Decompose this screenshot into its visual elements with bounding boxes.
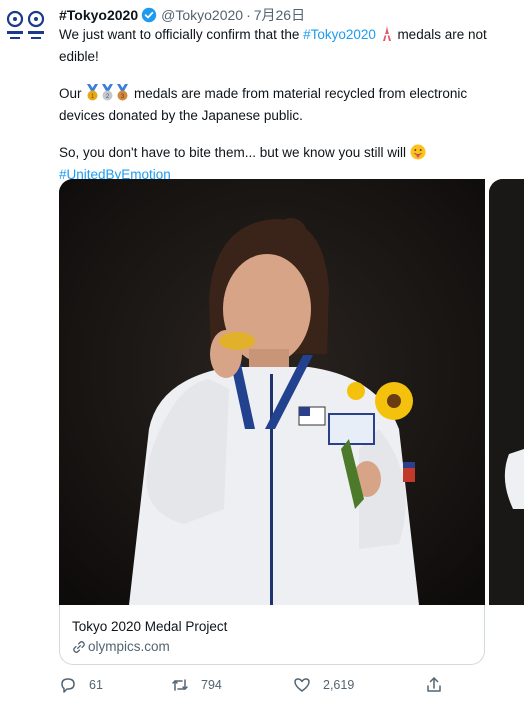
retweet-icon [172,679,188,691]
tongue-out-emoji [410,144,426,165]
tweet-photo[interactable] [59,179,485,605]
text-segment: So, you don't have to bite them... but w… [59,145,410,160]
link-card[interactable]: Tokyo 2020 Medal Project olympics.com [59,605,485,665]
tokyo-tower-emoji [380,26,394,47]
like-count: 2,619 [323,678,355,692]
tweet-header: #Tokyo2020 @Tokyo2020 · 7月26日 [59,6,305,24]
reply-count: 61 [89,678,103,692]
tweet-text: We just want to officially confirm that … [59,25,514,184]
tweet-photo-2[interactable] [489,179,524,605]
verified-badge-icon [141,7,157,23]
text-segment: Our [59,86,86,101]
card-title: Tokyo 2020 Medal Project [72,619,228,634]
gold-medal-emoji: 1 [85,84,100,106]
tweet-actions: 61 794 2,619 [59,676,479,698]
card-domain-text: olympics.com [88,639,170,654]
separator-dot: · [246,7,251,23]
tweet-paragraph-2: Our 123 medals are made from material re… [59,84,514,125]
silver-medal-emoji: 2 [100,84,115,106]
reply-button[interactable]: 61 [59,676,103,694]
heart-icon [294,678,310,692]
avatar[interactable] [4,6,48,46]
retweet-count: 794 [201,678,222,692]
like-button[interactable]: 2,619 [293,676,354,694]
hashtag-tokyo2020[interactable]: #Tokyo2020 [303,27,376,42]
link-icon [73,640,85,653]
text-segment: We just want to officially confirm that … [59,27,304,42]
handle[interactable]: @Tokyo2020 [161,7,243,23]
reply-icon [61,678,75,693]
share-button[interactable] [425,676,443,694]
share-icon [427,677,441,692]
photo-second-preview [489,179,524,605]
card-domain: olympics.com [72,639,170,654]
retweet-button[interactable]: 794 [171,676,222,694]
bronze-medal-emoji: 3 [115,84,130,106]
tweet-paragraph-1: We just want to officially confirm that … [59,25,514,66]
display-name[interactable]: #Tokyo2020 [59,7,138,23]
photo-athlete-biting-medal [59,179,485,605]
tokyo2020-emblem-icon [6,10,45,39]
tweet-paragraph-3: So, you don't have to bite them... but w… [59,143,514,165]
timestamp[interactable]: 7月26日 [254,5,305,25]
